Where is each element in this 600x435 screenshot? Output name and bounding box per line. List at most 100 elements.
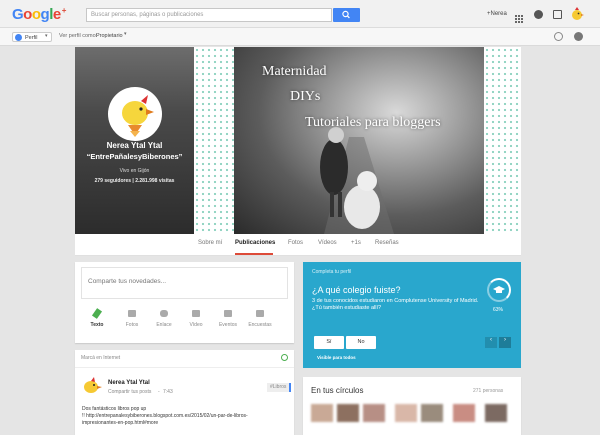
profile-tabs: Sobre mí Publicaciones Fotos Vídeos +1s … xyxy=(75,234,521,256)
logo-letter: g xyxy=(40,6,50,23)
action-link[interactable]: Enlace xyxy=(149,322,179,328)
tab-plus-ones[interactable]: +1s xyxy=(351,240,361,246)
refresh-icon[interactable] xyxy=(281,354,288,361)
hangouts-icon[interactable] xyxy=(574,32,583,41)
profile-sub-bar: Perfil ▾ Ver perfil como: Propietario ▾ xyxy=(0,28,600,46)
search-button[interactable] xyxy=(333,8,360,22)
visibility-note: Visible para todos xyxy=(317,355,356,360)
link-icon xyxy=(160,310,168,317)
logo-letter: e xyxy=(52,6,61,23)
avatar[interactable] xyxy=(570,6,584,22)
logo-plus: + xyxy=(61,6,67,15)
card-header: Completa tu perfil xyxy=(312,269,352,275)
poll-icon xyxy=(256,310,264,317)
circle-person-avatar[interactable] xyxy=(337,404,359,422)
post-link-line1[interactable]: !! http://entrepanalesybiberones.blogspo… xyxy=(82,413,248,419)
action-polls[interactable]: Encuestas xyxy=(245,322,275,328)
no-button[interactable]: No xyxy=(346,336,376,349)
circle-person-avatar[interactable] xyxy=(421,404,443,422)
divider xyxy=(75,367,294,368)
post-separator: - xyxy=(158,389,160,395)
progress-percent: 63% xyxy=(493,307,504,313)
hashtag-badge[interactable]: #Libros xyxy=(267,383,292,392)
post-link-line2[interactable]: impresionantes-en-pop.html#more xyxy=(82,420,158,426)
action-text[interactable]: Texto xyxy=(82,322,112,328)
cover-pattern-left xyxy=(194,47,234,234)
tab-photos[interactable]: Fotos xyxy=(288,240,303,246)
circles-title[interactable]: En tus círculos xyxy=(311,386,363,395)
logo-letter: o xyxy=(23,6,32,23)
chick-avatar-icon xyxy=(572,7,584,20)
followers-count[interactable]: 279 seguidores xyxy=(95,178,131,184)
profile-name: Nerea Ytal Ytal xyxy=(106,141,163,150)
view-as-dropdown[interactable]: Propietario xyxy=(96,33,123,39)
composer-input[interactable]: Comparte tus novedades... xyxy=(81,267,288,299)
profile-label: Perfil xyxy=(25,34,38,41)
views-count: 2.281.998 visitas xyxy=(135,178,175,184)
bell-icon[interactable] xyxy=(554,32,563,41)
card-description: 3 de tus conocidos estudiaron en Complut… xyxy=(312,298,479,312)
notifications-icon[interactable] xyxy=(534,10,543,19)
search-icon xyxy=(342,10,350,19)
chevron-down-icon: ▾ xyxy=(124,31,127,37)
chevron-right-icon[interactable]: › xyxy=(499,337,511,348)
circle-person-avatar[interactable] xyxy=(311,404,333,422)
chick-logo-icon xyxy=(122,95,154,137)
tab-posts[interactable]: Publicaciones xyxy=(235,240,275,246)
profile-location: Vivo en Gijón xyxy=(119,168,150,174)
circle-person-avatar[interactable] xyxy=(453,404,475,422)
calendar-icon xyxy=(224,310,232,317)
graduation-cap-icon xyxy=(493,286,505,293)
cover-pattern-right xyxy=(484,47,521,234)
view-as-label: Ver perfil como: xyxy=(59,33,98,39)
progress-ring xyxy=(487,278,511,302)
cover-text-line2: DIYs xyxy=(290,89,321,104)
circle-person-avatar[interactable] xyxy=(395,404,417,422)
tab-videos[interactable]: Vídeos xyxy=(318,240,337,246)
profile-photo[interactable] xyxy=(108,87,162,141)
post-source: Marcá en Internet xyxy=(81,355,121,361)
circle-person-avatar[interactable] xyxy=(363,404,385,422)
action-photos[interactable]: Fotos xyxy=(117,322,147,328)
post-text-line1: Dos fantásticos libros pop up xyxy=(82,406,147,412)
profile-dropdown[interactable]: Perfil ▾ xyxy=(12,32,52,42)
chick-avatar-icon xyxy=(84,377,102,393)
action-events[interactable]: Eventos xyxy=(213,322,243,328)
post-author-avatar[interactable] xyxy=(81,376,103,396)
share-box-icon[interactable] xyxy=(553,10,562,19)
apps-grid xyxy=(515,15,523,23)
cover-text-line3: Tutoriales para bloggers xyxy=(305,115,441,130)
apps-icon[interactable] xyxy=(515,10,523,23)
user-name-link[interactable]: +Nerea xyxy=(487,11,507,17)
tab-reviews[interactable]: Reseñas xyxy=(375,240,399,246)
card-question: ¿A qué colegio fuiste? xyxy=(312,285,401,295)
action-video[interactable]: Vídeo xyxy=(181,322,211,328)
chevron-down-icon: ▾ xyxy=(45,33,48,39)
profile-stats: 279 seguidores | 2.281.998 visitas xyxy=(94,178,175,184)
post-author[interactable]: Nerea Ytal Ytal xyxy=(108,380,150,386)
camera-icon xyxy=(128,310,136,317)
circle-person-avatar[interactable] xyxy=(485,404,507,422)
tab-about[interactable]: Sobre mí xyxy=(198,240,222,246)
chevron-left-icon[interactable]: ‹ xyxy=(485,337,497,348)
profile-info-panel: Nerea Ytal Ytal “EntrePañalesyBiberones”… xyxy=(75,47,194,234)
circles-card: En tus círculos 271 personas xyxy=(303,377,521,435)
google-plus-logo[interactable]: Google+ xyxy=(12,6,66,23)
composer-placeholder: Comparte tus novedades... xyxy=(88,278,167,285)
profile-nickname: “EntrePañalesyBiberones” xyxy=(86,152,183,161)
top-bar: Google+ Buscar personas, páginas o publi… xyxy=(0,0,600,28)
yes-button[interactable]: Sí xyxy=(314,336,344,349)
complete-profile-card: Completa tu perfil ¿A qué colegio fuiste… xyxy=(303,262,521,368)
post-time[interactable]: 7:43 xyxy=(163,389,173,395)
pencil-icon xyxy=(91,308,103,319)
circles-count[interactable]: 271 personas xyxy=(473,388,503,394)
video-icon xyxy=(192,310,200,317)
post-card: Marcá en Internet Nerea Ytal Ytal Compar… xyxy=(75,350,294,435)
cover-text-line1: Maternidad xyxy=(262,64,327,79)
post-visibility: Compartir tus posts xyxy=(108,389,152,395)
logo-letter: o xyxy=(31,6,41,23)
post-composer: Comparte tus novedades... Texto Fotos En… xyxy=(75,262,294,343)
active-tab-indicator xyxy=(235,253,273,255)
profile-icon xyxy=(15,34,22,41)
search-input[interactable]: Buscar personas, páginas o publicaciones xyxy=(86,8,332,22)
